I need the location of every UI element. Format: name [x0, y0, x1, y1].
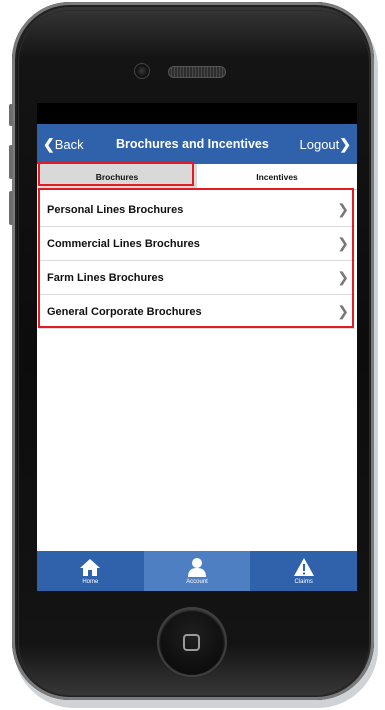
volume-up-button: [9, 145, 13, 179]
list-item-commercial-lines[interactable]: Commercial Lines Brochures ❯: [39, 227, 355, 261]
list-item-personal-lines[interactable]: Personal Lines Brochures ❯: [39, 193, 355, 227]
list-item-label: Farm Lines Brochures: [47, 271, 164, 284]
list-item-general-corporate[interactable]: General Corporate Brochures ❯: [39, 295, 355, 329]
logout-button[interactable]: Logout ❯: [300, 136, 352, 153]
person-icon: [188, 558, 206, 577]
list-item-farm-lines[interactable]: Farm Lines Brochures ❯: [39, 261, 355, 295]
warning-icon: [293, 558, 314, 576]
list-item-label: Personal Lines Brochures: [47, 203, 184, 216]
home-square-icon: [183, 634, 200, 651]
chevron-right-icon: ❯: [339, 135, 351, 152]
phone-screen: ❮ Back Brochures and Incentives Logout ❯…: [37, 103, 357, 591]
segmented-tabs: Brochures Incentives: [37, 164, 357, 190]
silent-switch: [9, 104, 13, 126]
brochure-list: Personal Lines Brochures ❯ Commercial Li…: [39, 193, 355, 329]
nav-bar: ❮ Back Brochures and Incentives Logout ❯: [37, 124, 357, 164]
chevron-right-icon: ❯: [337, 269, 349, 285]
tab-brochures[interactable]: Brochures: [37, 164, 197, 189]
page-title: Brochures and Incentives: [116, 137, 269, 151]
tabbar-claims-label: Claims: [294, 579, 313, 585]
list-item-label: General Corporate Brochures: [47, 305, 202, 318]
front-camera: [134, 63, 150, 79]
tabbar-home[interactable]: Home: [37, 551, 144, 591]
volume-down-button: [9, 191, 13, 225]
chevron-right-icon: ❯: [337, 201, 349, 217]
back-button[interactable]: ❮ Back: [43, 136, 84, 153]
chevron-left-icon: ❮: [43, 135, 55, 152]
chevron-right-icon: ❯: [337, 235, 349, 251]
tabbar-claims[interactable]: Claims: [250, 551, 357, 591]
list-item-label: Commercial Lines Brochures: [47, 237, 200, 250]
tabbar-home-label: Home: [82, 578, 99, 585]
tabbar-account-label: Account: [186, 579, 208, 585]
logout-label: Logout: [299, 136, 340, 152]
tab-incentives[interactable]: Incentives: [197, 164, 357, 189]
status-bar: [37, 103, 357, 124]
tabbar-account[interactable]: Account: [143, 551, 251, 591]
back-label: Back: [54, 136, 84, 152]
bottom-tab-bar: Home Account Claims: [37, 551, 357, 591]
home-icon: [80, 558, 101, 576]
earpiece-speaker: [168, 66, 226, 78]
chevron-right-icon: ❯: [337, 303, 349, 319]
